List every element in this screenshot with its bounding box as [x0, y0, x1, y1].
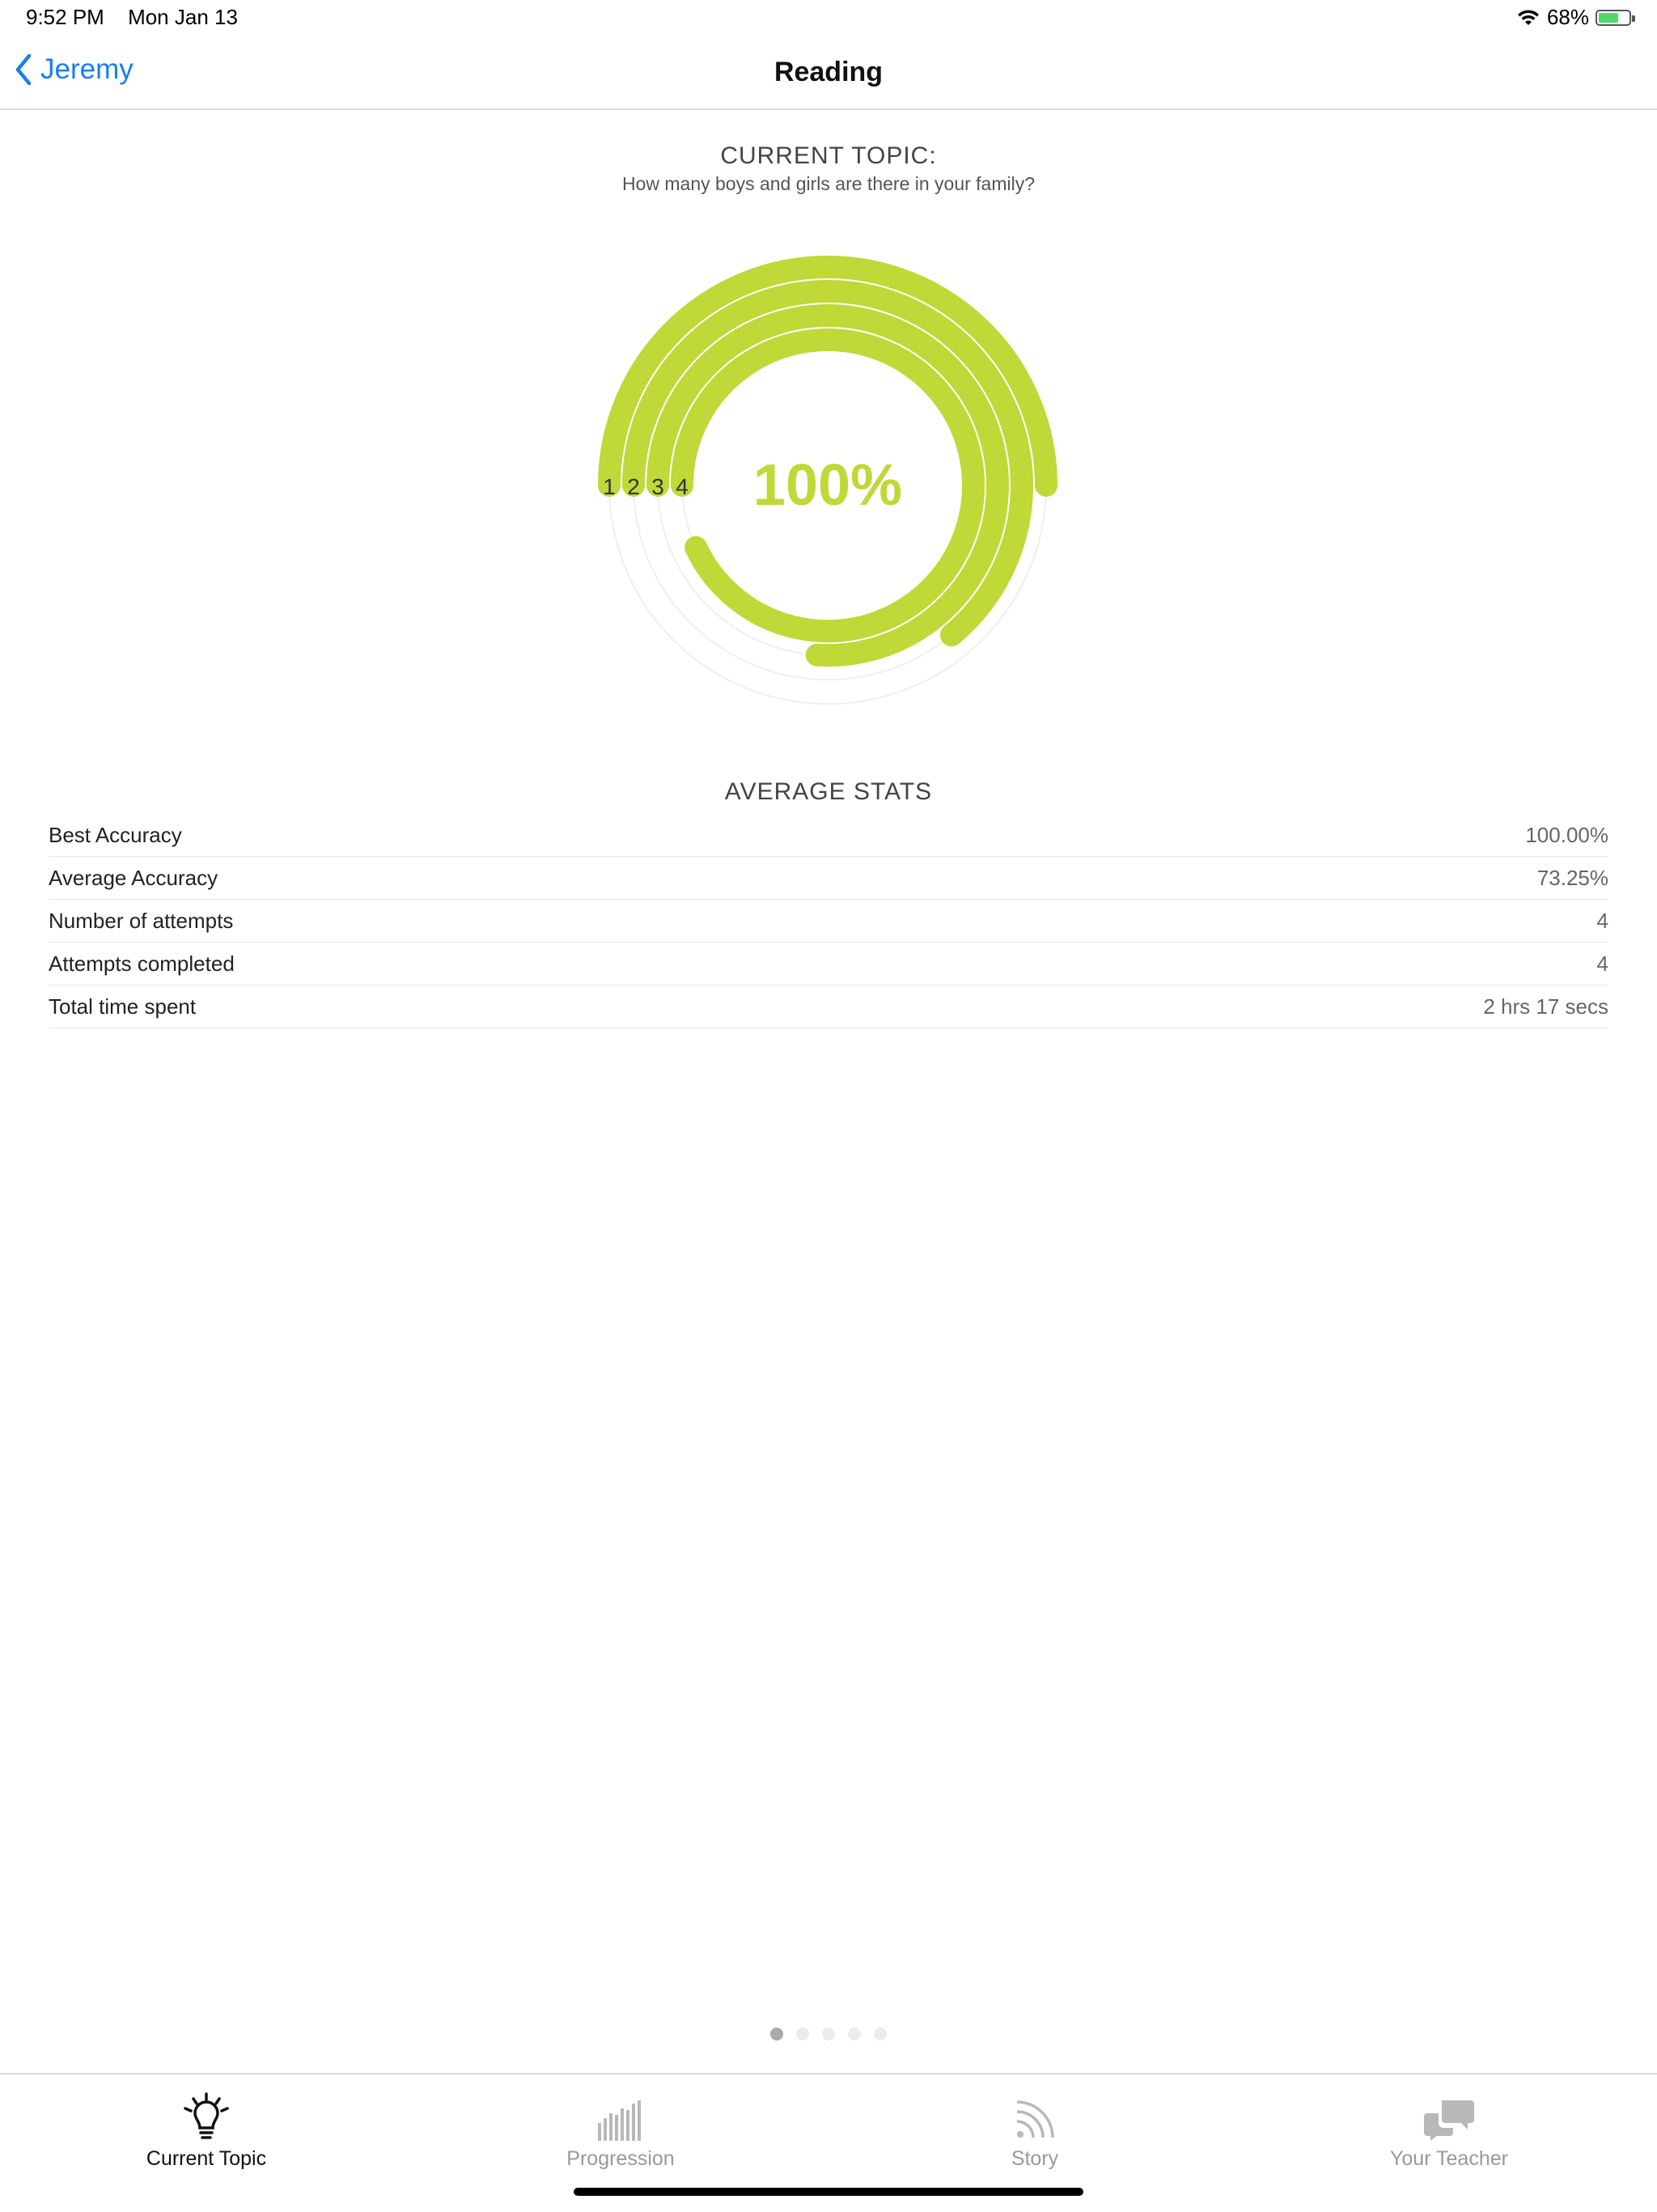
ring-label-1: 1 — [603, 474, 616, 499]
tab-label: Current Topic — [146, 2147, 267, 2170]
ring-track-4 — [681, 339, 974, 632]
battery-icon — [1596, 9, 1635, 26]
stat-label: Average Accuracy — [49, 865, 218, 890]
battery-percent: 68% — [1546, 5, 1589, 29]
bars-icon — [598, 2100, 641, 2141]
stat-row: Attempts completed 4 — [49, 943, 1608, 985]
stat-row: Average Accuracy 73.25% — [49, 857, 1608, 900]
stat-row: Best Accuracy 100.00% — [49, 814, 1608, 857]
ring-arc-3 — [646, 304, 1009, 667]
ring-label-3: 3 — [651, 474, 664, 499]
tab-story[interactable]: Story — [913, 2091, 1156, 2171]
stat-value: 73.25% — [1536, 865, 1608, 890]
lightbulb-icon — [184, 2092, 229, 2139]
page-indicator[interactable] — [0, 2028, 1657, 2040]
stat-value: 2 hrs 17 secs — [1483, 994, 1608, 1019]
status-left: 9:52 PM Mon Jan 13 — [26, 5, 256, 30]
stats-table: Best Accuracy 100.00% Average Accuracy 7… — [49, 814, 1608, 1028]
stat-value: 4 — [1596, 908, 1608, 933]
status-right: 68% — [1516, 5, 1635, 30]
tab-label: Story — [1011, 2147, 1059, 2170]
page-title: Reading — [773, 57, 884, 87]
ring-label-2: 2 — [627, 474, 640, 499]
radial-progress-chart: 1 2 3 4 100% — [598, 256, 1057, 705]
ring-track-2 — [633, 290, 1023, 680]
home-indicator[interactable] — [574, 2188, 1083, 2196]
ring-track-3 — [657, 315, 998, 656]
page-dot[interactable] — [796, 2028, 809, 2040]
ring-label-4: 4 — [676, 474, 689, 499]
battery-fill — [1599, 12, 1619, 23]
page-dot[interactable] — [822, 2028, 835, 2040]
stat-value: 4 — [1596, 951, 1608, 976]
ring-track-1 — [608, 266, 1047, 705]
navigation-bar: Jeremy Reading — [0, 39, 1657, 110]
status-date: Mon Jan 13 — [128, 5, 238, 29]
wifi-icon — [1517, 9, 1539, 25]
current-topic-heading: CURRENT TOPIC: — [720, 142, 937, 169]
chat-bubbles-icon — [1424, 2100, 1474, 2141]
center-percentage: 100% — [753, 453, 902, 518]
rss-icon — [1016, 2100, 1054, 2138]
status-bar: 9:52 PM Mon Jan 13 68% — [0, 0, 1657, 39]
ring-arc-4 — [671, 328, 985, 642]
ring-arc-1 — [598, 256, 1057, 497]
current-topic-text: How many boys and girls are there in you… — [621, 173, 1036, 194]
stat-value: 100.00% — [1525, 822, 1608, 847]
stat-label: Total time spent — [49, 994, 197, 1019]
status-time: 9:52 PM — [26, 5, 104, 29]
stat-row: Number of attempts 4 — [49, 900, 1608, 943]
tab-label: Your Teacher — [1390, 2147, 1508, 2170]
tab-progression[interactable]: Progression — [499, 2091, 742, 2171]
tab-your-teacher[interactable]: Your Teacher — [1328, 2091, 1570, 2171]
page-dot[interactable] — [848, 2028, 861, 2040]
stat-row: Total time spent 2 hrs 17 secs — [49, 985, 1608, 1028]
page-dot[interactable] — [874, 2028, 887, 2040]
tab-current-topic[interactable]: Current Topic — [85, 2091, 328, 2171]
stat-label: Attempts completed — [49, 951, 235, 976]
average-stats-heading: AVERAGE STATS — [724, 778, 933, 805]
ring-arc-2 — [622, 280, 1033, 646]
stat-label: Number of attempts — [49, 908, 234, 933]
tab-label: Progression — [566, 2147, 675, 2170]
page-dot[interactable] — [770, 2028, 783, 2040]
stat-label: Best Accuracy — [49, 822, 182, 847]
